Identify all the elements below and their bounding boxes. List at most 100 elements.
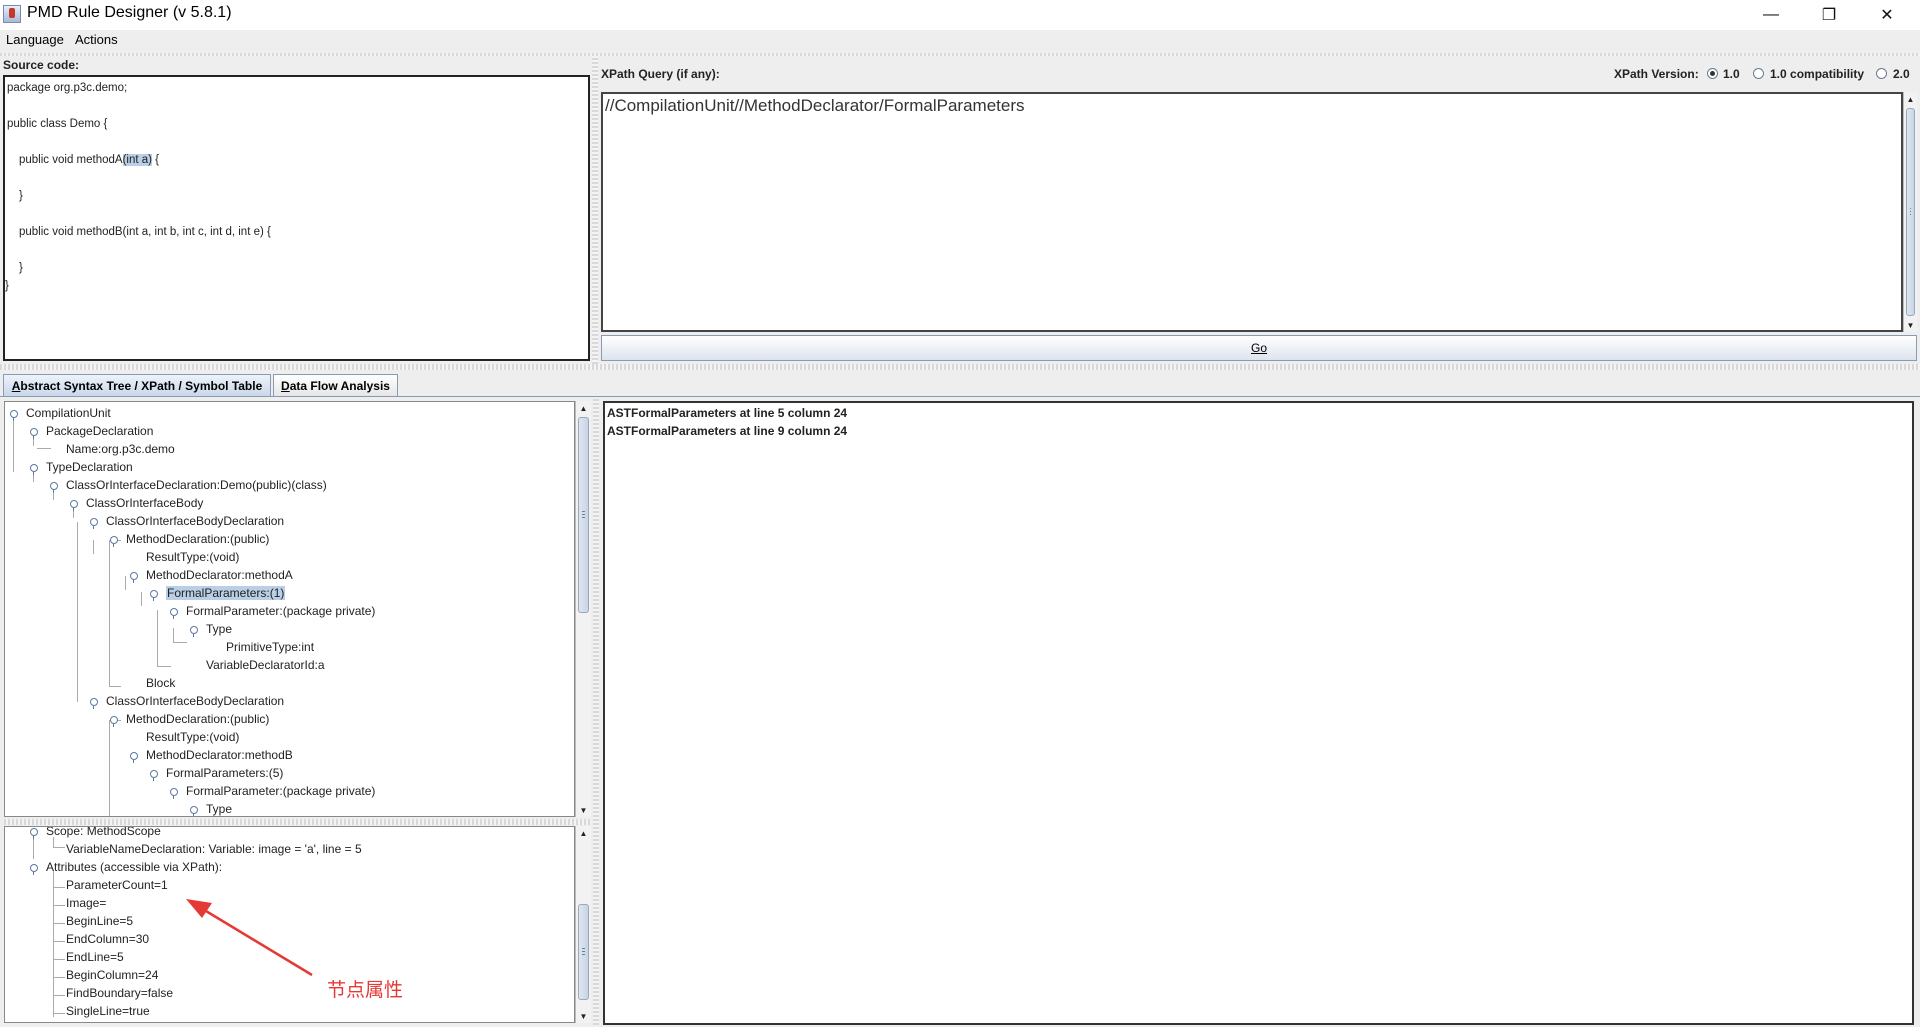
tree-node[interactable]: ClassOrInterfaceBodyDeclaration — [106, 514, 284, 528]
tree-node[interactable]: EndLine=5 — [66, 950, 124, 964]
tree-expand-icon[interactable] — [150, 770, 158, 781]
xpath-query-editor[interactable]: //CompilationUnit//MethodDeclarator/Form… — [601, 92, 1903, 332]
xpath-version-1-0-compat-label[interactable]: 1.0 compatibility — [1770, 67, 1864, 81]
symbol-table-scrollbar[interactable]: ▲ ▼ — [575, 826, 591, 1023]
tree-node[interactable]: Scope: MethodScope — [46, 827, 161, 838]
tree-node[interactable]: ResultType:(void) — [146, 550, 239, 564]
tree-node[interactable]: Name:org.p3c.demo — [66, 442, 175, 456]
maximize-button[interactable]: ❐ — [1800, 0, 1858, 30]
tree-node[interactable]: BeginLine=5 — [66, 914, 133, 928]
annotation-label: 节点属性 — [327, 979, 404, 1001]
tree-node[interactable]: CompilationUnit — [26, 406, 111, 420]
tree-node[interactable]: MethodDeclaration:(public) — [126, 712, 269, 726]
scroll-down-icon[interactable]: ▼ — [576, 803, 591, 817]
tree-expand-icon[interactable] — [30, 864, 38, 875]
minimize-button[interactable]: — — [1742, 0, 1800, 30]
code-line: package org.p3c.demo; — [7, 82, 128, 94]
tree-expand-icon[interactable] — [130, 752, 138, 763]
go-button[interactable]: Go — [601, 335, 1917, 361]
xpath-version-1-0-compat-radio[interactable] — [1753, 68, 1764, 79]
title-bar: PMD Rule Designer (v 5.8.1) — ❐ ✕ — [0, 0, 1920, 30]
ast-tree-panel[interactable]: CompilationUnit PackageDeclaration Name:… — [4, 401, 575, 817]
tree-expand-icon[interactable] — [30, 828, 38, 839]
tree-node[interactable]: ResultType:(void) — [146, 730, 239, 744]
xpath-version-2-0-label[interactable]: 2.0 — [1893, 67, 1910, 81]
code-line: } — [19, 262, 23, 274]
ast-tree-scrollbar[interactable]: ▲ ▼ — [575, 401, 591, 817]
xpath-version-label: XPath Version: — [1614, 67, 1699, 81]
tree-expand-icon[interactable] — [50, 482, 58, 493]
top-divider — [0, 53, 1920, 56]
code-line: public void methodA(int a) { — [19, 154, 160, 166]
tree-splitter[interactable] — [4, 819, 591, 825]
symbol-table-panel[interactable]: Scope: MethodScope VariableNameDeclarati… — [4, 826, 575, 1023]
tree-expand-icon[interactable] — [30, 428, 38, 439]
main-splitter[interactable] — [0, 364, 1920, 370]
scroll-up-icon[interactable]: ▲ — [576, 401, 591, 415]
xpath-results-panel[interactable]: ASTFormalParameters at line 5 column 24 … — [603, 401, 1914, 1025]
tree-expand-icon[interactable] — [170, 788, 178, 799]
tree-expand-icon[interactable] — [190, 806, 198, 816]
tree-node[interactable]: ClassOrInterfaceBody — [86, 496, 203, 510]
tree-expand-icon[interactable] — [170, 608, 178, 619]
tree-node[interactable]: Attributes (accessible via XPath): — [46, 860, 222, 874]
source-code-editor[interactable]: package org.p3c.demo; public class Demo … — [3, 75, 590, 361]
tree-expand-icon[interactable] — [190, 626, 198, 637]
tab-data-flow-analysis[interactable]: Data Flow Analysis — [273, 374, 398, 396]
tree-node[interactable]: TypeDeclaration — [46, 460, 133, 474]
tree-node[interactable]: Image= — [66, 896, 106, 910]
tree-node[interactable]: MethodDeclarator:methodB — [146, 748, 293, 762]
tree-expand-icon[interactable] — [30, 464, 38, 475]
tree-node[interactable]: ClassOrInterfaceDeclaration:Demo(public)… — [66, 478, 327, 492]
xpath-version-1-0-label[interactable]: 1.0 — [1723, 67, 1740, 81]
tree-node[interactable]: PackageDeclaration — [46, 424, 153, 438]
tree-results-splitter[interactable] — [593, 399, 599, 1025]
tree-node[interactable]: VariableNameDeclaration: Variable: image… — [66, 842, 362, 856]
tree-expand-icon[interactable] — [150, 590, 158, 601]
xpath-version-1-0-radio[interactable] — [1707, 68, 1718, 79]
scroll-up-icon[interactable]: ▲ — [1904, 92, 1917, 106]
tree-node[interactable]: EndColumn=30 — [66, 932, 149, 946]
tree-expand-icon[interactable] — [110, 536, 118, 547]
tree-expand-icon[interactable] — [90, 698, 98, 709]
xpath-scrollbar[interactable]: ▲ ▼ — [1903, 92, 1917, 332]
tree-expand-icon[interactable] — [90, 518, 98, 529]
tree-node[interactable]: VariableDeclaratorId:a — [206, 658, 325, 672]
xpath-query-text[interactable]: //CompilationUnit//MethodDeclarator/Form… — [605, 96, 1025, 116]
tree-node[interactable]: BeginColumn=24 — [66, 968, 158, 982]
tab-content-border — [0, 396, 1920, 397]
tree-node[interactable]: FormalParameter:(package private) — [186, 784, 375, 798]
tree-expand-icon[interactable] — [10, 410, 18, 421]
tree-expand-icon[interactable] — [70, 500, 78, 511]
xpath-version-2-0-radio[interactable] — [1876, 68, 1887, 79]
tree-node[interactable]: MethodDeclarator:methodA — [146, 568, 293, 582]
tree-node[interactable]: ParameterCount=1 — [66, 878, 168, 892]
tree-node[interactable]: ClassOrInterfaceBodyDeclaration — [106, 694, 284, 708]
menu-language[interactable]: Language — [2, 32, 68, 47]
scroll-down-icon[interactable]: ▼ — [576, 1009, 591, 1023]
menu-actions[interactable]: Actions — [71, 32, 122, 47]
tree-node[interactable]: FindBoundary=false — [66, 986, 173, 1000]
tree-node[interactable]: Type — [206, 802, 232, 816]
result-item[interactable]: ASTFormalParameters at line 9 column 24 — [607, 424, 847, 438]
tree-node[interactable]: PrimitiveType:int — [226, 640, 314, 654]
scroll-down-icon[interactable]: ▼ — [1904, 318, 1917, 332]
scrollbar-thumb[interactable] — [578, 904, 589, 1000]
scrollbar-thumb[interactable] — [1906, 108, 1915, 316]
tree-node[interactable]: MethodDeclaration:(public) — [126, 532, 269, 546]
tree-node[interactable]: Block — [146, 676, 175, 690]
tree-node[interactable]: SingleLine=true — [66, 1004, 150, 1018]
menu-bar: Language Actions — [0, 30, 1920, 52]
scrollbar-thumb[interactable] — [578, 417, 589, 613]
result-item[interactable]: ASTFormalParameters at line 5 column 24 — [607, 406, 847, 420]
tree-expand-icon[interactable] — [110, 716, 118, 727]
tree-expand-icon[interactable] — [130, 572, 138, 583]
tree-node-selected[interactable]: FormalParameters:(1) — [166, 586, 286, 600]
tree-node[interactable]: FormalParameter:(package private) — [186, 604, 375, 618]
scroll-up-icon[interactable]: ▲ — [576, 826, 591, 840]
close-button[interactable]: ✕ — [1858, 0, 1916, 30]
tree-node[interactable]: Type — [206, 622, 232, 636]
tab-ast-xpath-symbol-table[interactable]: Abstract Syntax Tree / XPath / Symbol Ta… — [3, 374, 271, 396]
tree-node[interactable]: FormalParameters:(5) — [166, 766, 283, 780]
source-xpath-splitter[interactable] — [592, 56, 598, 364]
